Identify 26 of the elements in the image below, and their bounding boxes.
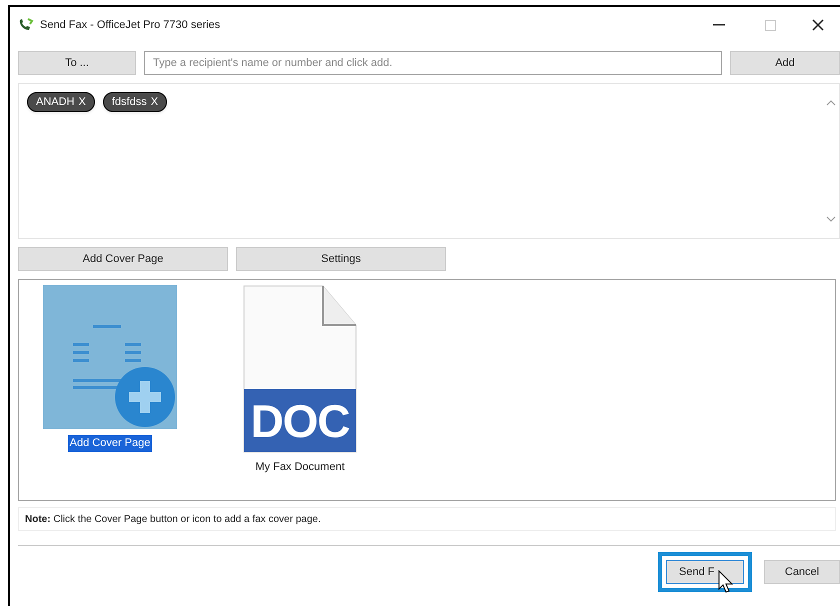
document-label[interactable]: My Fax Document bbox=[253, 459, 347, 476]
document-icon[interactable]: DOC bbox=[243, 285, 357, 453]
add-button[interactable]: Add bbox=[730, 51, 840, 75]
action-button[interactable]: Settings bbox=[236, 247, 446, 271]
remove-recipient[interactable]: X bbox=[78, 94, 86, 110]
document-label[interactable]: Add Cover Page bbox=[68, 435, 152, 452]
mouse-cursor-icon bbox=[718, 570, 734, 594]
recipient-chip[interactable]: ANADH X bbox=[27, 92, 95, 112]
maximize-icon[interactable] bbox=[765, 20, 776, 30]
action-button[interactable]: Add Cover Page bbox=[18, 247, 228, 271]
note-text: Note: Click the Cover Page button or icon to add a fax cover page. bbox=[25, 512, 321, 526]
minimize-icon[interactable] bbox=[713, 24, 725, 26]
cover-page-icon[interactable] bbox=[43, 285, 177, 429]
window-title: Send Fax - OfficeJet Pro 7730 series bbox=[40, 18, 220, 33]
remove-recipient[interactable]: X bbox=[150, 94, 158, 110]
fax-phone-icon bbox=[18, 18, 34, 32]
recipient-chip[interactable]: fdsfdss X bbox=[102, 92, 168, 112]
recipient-name: fdsfdss bbox=[112, 94, 147, 110]
close-icon[interactable] bbox=[812, 19, 824, 31]
cancel-button[interactable]: Cancel bbox=[764, 560, 840, 584]
send-fax-button[interactable]: Send F bbox=[666, 560, 744, 584]
scroll-down-icon[interactable] bbox=[826, 216, 836, 222]
to-button[interactable]: To ... bbox=[18, 51, 136, 75]
recipient-name: ANADH bbox=[36, 94, 75, 110]
scroll-up-icon[interactable] bbox=[826, 100, 836, 106]
recipient-field[interactable]: Type a recipient's name or number and click add. bbox=[144, 51, 722, 75]
